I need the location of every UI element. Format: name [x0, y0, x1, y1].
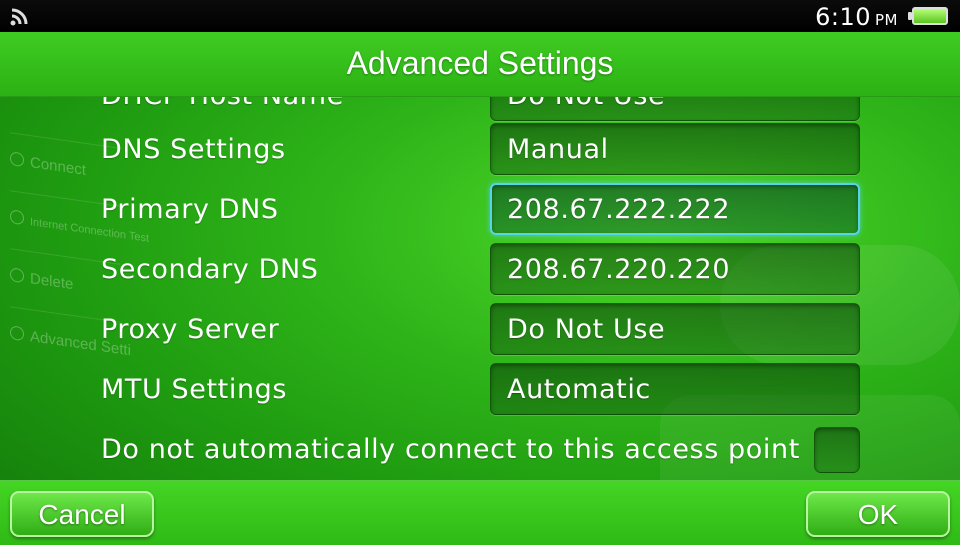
clock: 6:10 PM [815, 3, 898, 31]
setting-value: Do Not Use [507, 314, 666, 345]
setting-value: Do Not Use [507, 97, 665, 111]
setting-row-mtu-settings[interactable]: MTU Settings Automatic [0, 359, 960, 419]
auto-connect-checkbox[interactable] [814, 427, 860, 473]
setting-label: MTU Settings [101, 374, 288, 405]
status-bar: 6:10 PM [0, 0, 960, 32]
wifi-signal-icon [10, 8, 28, 26]
setting-label: Secondary DNS [101, 254, 319, 285]
setting-value-field[interactable]: Manual [490, 123, 860, 175]
setting-value: Manual [507, 134, 609, 165]
primary-dns-input[interactable]: 208.67.222.222 [490, 183, 860, 235]
setting-row-primary-dns[interactable]: Primary DNS 208.67.222.222 [0, 179, 960, 239]
settings-list[interactable]: DHCP Host Name Do Not Use DNS Settings M… [0, 97, 960, 480]
setting-row-dns-settings[interactable]: DNS Settings Manual [0, 119, 960, 179]
setting-value: Automatic [507, 374, 651, 405]
clock-ampm: PM [875, 11, 898, 29]
title-bar: Advanced Settings [0, 32, 960, 97]
setting-row-proxy-server[interactable]: Proxy Server Do Not Use [0, 299, 960, 359]
ok-button[interactable]: OK [806, 491, 950, 537]
setting-row-secondary-dns[interactable]: Secondary DNS 208.67.220.220 [0, 239, 960, 299]
bottom-bar: Cancel OK [0, 480, 960, 545]
battery-full-icon [908, 7, 948, 25]
auto-connect-label: Do not automatically connect to this acc… [101, 434, 800, 465]
setting-label: DHCP Host Name [101, 97, 344, 111]
setting-value: 208.67.220.220 [507, 254, 731, 285]
setting-value-field[interactable]: Do Not Use [490, 97, 860, 121]
setting-value: 208.67.222.222 [507, 194, 731, 225]
clock-time: 6:10 [815, 3, 871, 31]
setting-value-field[interactable]: Automatic [490, 363, 860, 415]
secondary-dns-input[interactable]: 208.67.220.220 [490, 243, 860, 295]
setting-label: DNS Settings [101, 134, 286, 165]
page-title: Advanced Settings [346, 45, 614, 81]
setting-label: Primary DNS [101, 194, 279, 225]
cancel-button[interactable]: Cancel [10, 491, 154, 537]
setting-value-field[interactable]: Do Not Use [490, 303, 860, 355]
setting-label: Proxy Server [101, 314, 280, 345]
